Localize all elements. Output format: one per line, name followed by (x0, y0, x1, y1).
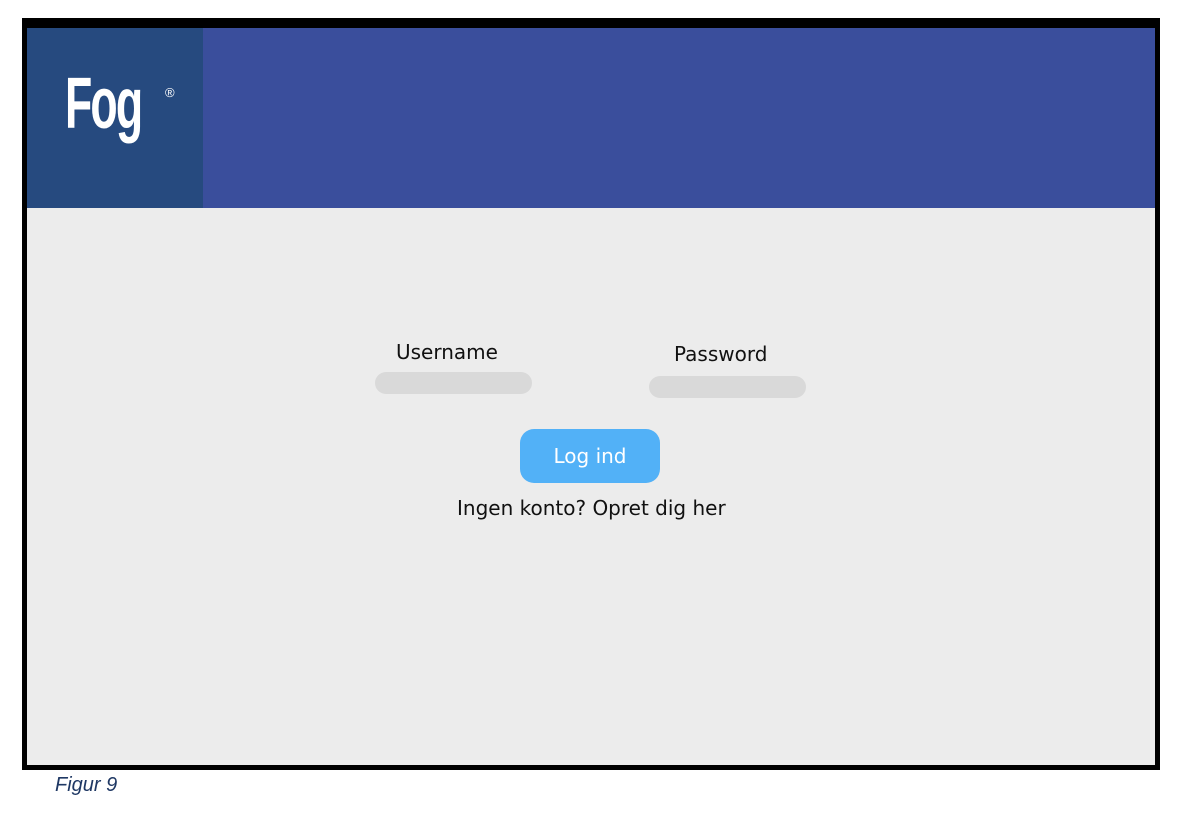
app-window: Fog ® Username Password Log ind Ingen ko… (22, 18, 1160, 770)
logo: Fog ® (27, 28, 203, 208)
password-label: Password (674, 342, 768, 366)
username-label: Username (396, 340, 498, 364)
login-button[interactable]: Log ind (520, 429, 660, 483)
username-field[interactable] (375, 372, 532, 394)
header-bar: Fog ® (27, 28, 1155, 208)
signup-link[interactable]: Ingen konto? Opret dig her (457, 496, 726, 520)
registered-mark: ® (165, 85, 175, 100)
password-field[interactable] (649, 376, 806, 398)
figure-caption: Figur 9 (55, 774, 118, 796)
logo-text: Fog (65, 64, 143, 144)
